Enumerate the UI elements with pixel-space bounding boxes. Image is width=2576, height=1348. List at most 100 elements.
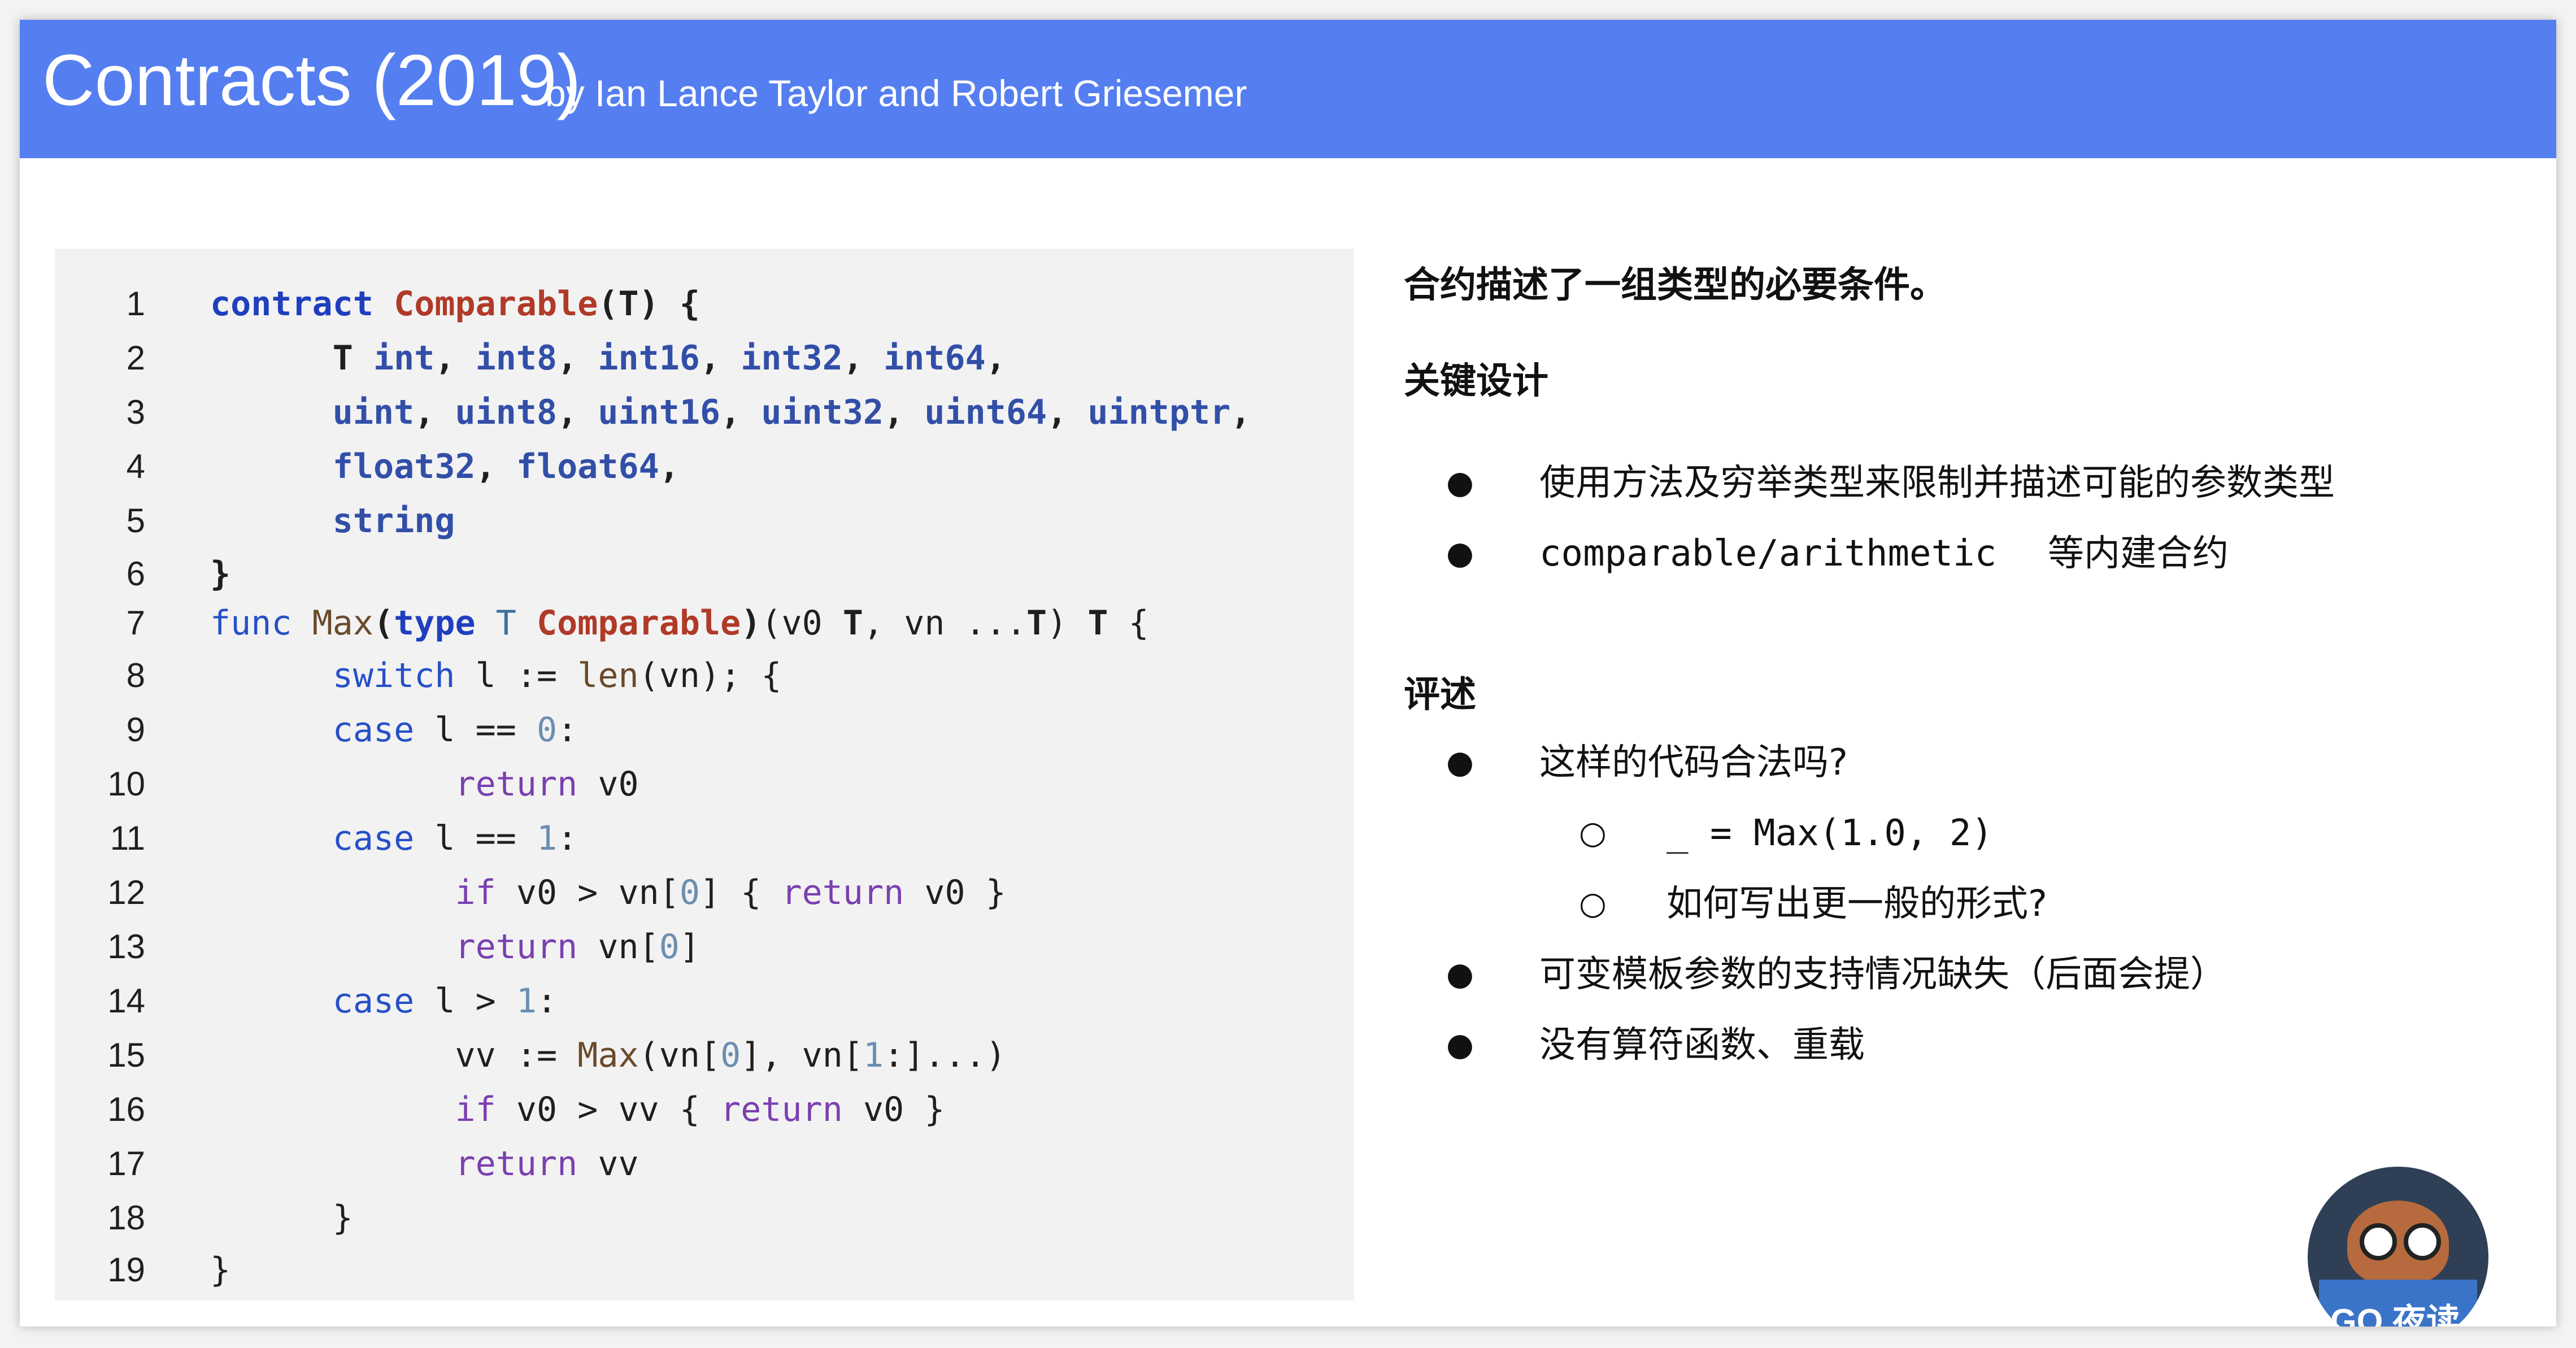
line-number: 14 <box>107 982 145 1020</box>
code-token: :]...) <box>884 1036 1006 1075</box>
code-text: case l == 1: <box>210 811 578 866</box>
code-line: 8 switch l := len(vn); { <box>55 649 1354 703</box>
line-number: 12 <box>107 873 145 911</box>
bullet-icon: ● <box>1446 956 1474 993</box>
code-token: v0 } <box>842 1090 945 1129</box>
code-token: ] <box>679 927 700 967</box>
code-token: 0 <box>659 927 680 967</box>
line-number: 4 <box>126 447 145 485</box>
code-line: 14 case l > 1: <box>55 974 1354 1028</box>
code-token: } <box>210 1198 353 1238</box>
code-text: } <box>210 1191 353 1245</box>
review-heading: 评述 <box>1404 674 1476 716</box>
code-token: return <box>455 927 578 967</box>
line-number: 7 <box>126 604 145 642</box>
code-token: T <box>1087 603 1108 643</box>
code-token: case <box>332 710 415 750</box>
code-token: , <box>884 393 925 432</box>
line-number: 11 <box>110 819 145 857</box>
slide-title: Contracts (2019) <box>42 40 581 121</box>
code-line: 17 return vv <box>55 1137 1354 1191</box>
code-token: T <box>1026 603 1047 643</box>
code-text: case l > 1: <box>210 974 557 1028</box>
code-token: float64 <box>516 447 659 486</box>
code-token: len <box>577 656 639 695</box>
code-token: 0 <box>537 710 558 750</box>
code-token: return <box>455 764 578 804</box>
code-line: 4 float32, float64, <box>55 440 1354 494</box>
code-token: , <box>659 447 680 486</box>
line-number: 8 <box>126 656 145 694</box>
code-token: v0 } <box>904 873 1006 912</box>
line-number: 1 <box>126 285 145 323</box>
code-token: int32 <box>741 338 843 378</box>
code-token: switch <box>332 656 455 695</box>
sub-bullet-icon: ○ <box>1579 815 1607 851</box>
code-line: 19} <box>55 1243 1354 1297</box>
code-token: l == <box>414 710 537 750</box>
bullet-icon: ● <box>1446 744 1474 781</box>
mascot-face-icon <box>2347 1201 2449 1285</box>
code-token: ) <box>1047 603 1088 643</box>
code-text: } <box>210 1243 230 1297</box>
code-text: vv := Max(vn[0], vn[1:]...) <box>210 1028 1006 1082</box>
code-line: 16 if v0 > vv { return v0 } <box>55 1082 1354 1137</box>
code-token: v0 > vv { <box>495 1090 721 1129</box>
code-token: type <box>394 603 496 643</box>
code-block: 1 contract Comparable(T) {2 T int, int8, … <box>55 249 1354 1301</box>
code-token: l == <box>414 819 537 858</box>
review-question: 这样的代码合法吗? <box>1539 742 1848 784</box>
code-token: int <box>373 338 435 378</box>
code-token: uint64 <box>924 393 1047 432</box>
code-token: , <box>842 338 884 378</box>
code-text: case l == 0: <box>210 703 578 757</box>
code-token: v0 <box>577 764 639 804</box>
code-text: T int, int8, int16, int32, int64, <box>210 331 1006 385</box>
code-text: uint, uint8, uint16, uint32, uint64, uin… <box>210 385 1251 440</box>
code-token: int8 <box>475 338 558 378</box>
code-token: , <box>985 338 1006 378</box>
code-line: 5 string <box>55 494 1354 548</box>
design-item-2-code: comparable/arithmetic <box>1539 533 1997 575</box>
line-number: 13 <box>107 928 145 966</box>
bullet-icon: ● <box>1446 1027 1474 1063</box>
code-text: if v0 > vv { return v0 } <box>210 1082 945 1137</box>
line-number: 18 <box>107 1199 145 1237</box>
review-sub-text: 如何写出更一般的形式? <box>1666 883 2047 925</box>
code-token: : <box>557 819 578 858</box>
code-token: v0 > vn[ <box>495 873 680 912</box>
code-token: uint16 <box>598 393 721 432</box>
code-token: ] { <box>699 873 782 912</box>
review-item-1: 可变模板参数的支持情况缺失（后面会提） <box>1539 954 2226 995</box>
code-text: if v0 > vn[0] { return v0 } <box>210 866 1006 920</box>
code-token: 0 <box>679 873 700 912</box>
line-number: 15 <box>107 1036 145 1074</box>
code-token: { <box>1108 603 1149 643</box>
code-token: , <box>414 393 455 432</box>
code-line: 15 vv := Max(vn[0], vn[1:]...) <box>55 1028 1354 1082</box>
code-text: switch l := len(vn); { <box>210 649 782 703</box>
code-token: T <box>842 603 863 643</box>
code-token: T <box>332 338 373 378</box>
line-number: 10 <box>107 765 145 803</box>
code-token: (vn); { <box>638 656 782 695</box>
review-item-2: 没有算符函数、重载 <box>1539 1024 1865 1066</box>
code-token: case <box>332 819 415 858</box>
notes-panel: 合约描述了一组类型的必要条件。 关键设计 ● 使用方法及穷举类型来限制并描述可能… <box>1390 20 2520 1327</box>
code-token: if <box>455 1090 496 1129</box>
code-token: uintptr <box>1087 393 1231 432</box>
code-token: ], vn[ <box>741 1036 863 1075</box>
code-line: 10 return v0 <box>55 757 1354 811</box>
code-token: uint <box>332 393 415 432</box>
code-token: 1 <box>516 981 537 1021</box>
code-token: Max <box>312 603 373 643</box>
code-token: : <box>537 981 558 1021</box>
